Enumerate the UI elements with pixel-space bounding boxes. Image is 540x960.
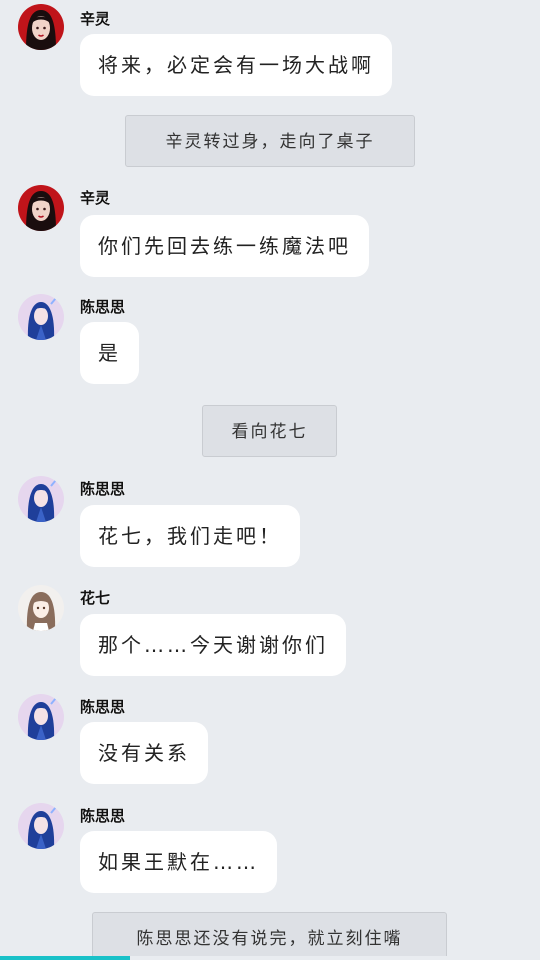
message-bubble: 花七，我们走吧！ [80,505,300,567]
message-bubble: 你们先回去练一练魔法吧 [80,215,369,277]
story-chat-screen: 辛灵 将来，必定会有一场大战啊 辛灵转过身，走向了桌子 辛灵 你们先回去练一练魔… [0,0,540,960]
speaker-name: 辛灵 [80,10,111,28]
message-bubble: 如果王默在…… [80,831,277,893]
speaker-name: 陈思思 [80,698,126,716]
chensisi-avatar[interactable] [18,294,64,340]
reading-progress-fill [0,956,130,960]
speaker-name: 辛灵 [80,189,111,207]
xinling-avatar[interactable] [18,185,64,231]
huaqi-avatar[interactable] [18,585,64,631]
xinling-avatar[interactable] [18,4,64,50]
message-bubble: 没有关系 [80,722,208,784]
narration-box: 辛灵转过身，走向了桌子 [125,115,415,167]
message-bubble: 将来，必定会有一场大战啊 [80,34,392,96]
chensisi-avatar[interactable] [18,803,64,849]
speaker-name: 陈思思 [80,807,126,825]
speaker-name: 陈思思 [80,480,126,498]
chensisi-avatar[interactable] [18,476,64,522]
message-bubble: 是 [80,322,139,384]
message-bubble: 那个……今天谢谢你们 [80,614,346,676]
narration-box: 看向花七 [202,405,337,457]
speaker-name: 陈思思 [80,298,126,316]
narration-box: 陈思思还没有说完，就立刻住嘴 [92,912,447,960]
chensisi-avatar[interactable] [18,694,64,740]
reading-progress-bar [0,956,540,960]
speaker-name: 花七 [80,589,111,607]
